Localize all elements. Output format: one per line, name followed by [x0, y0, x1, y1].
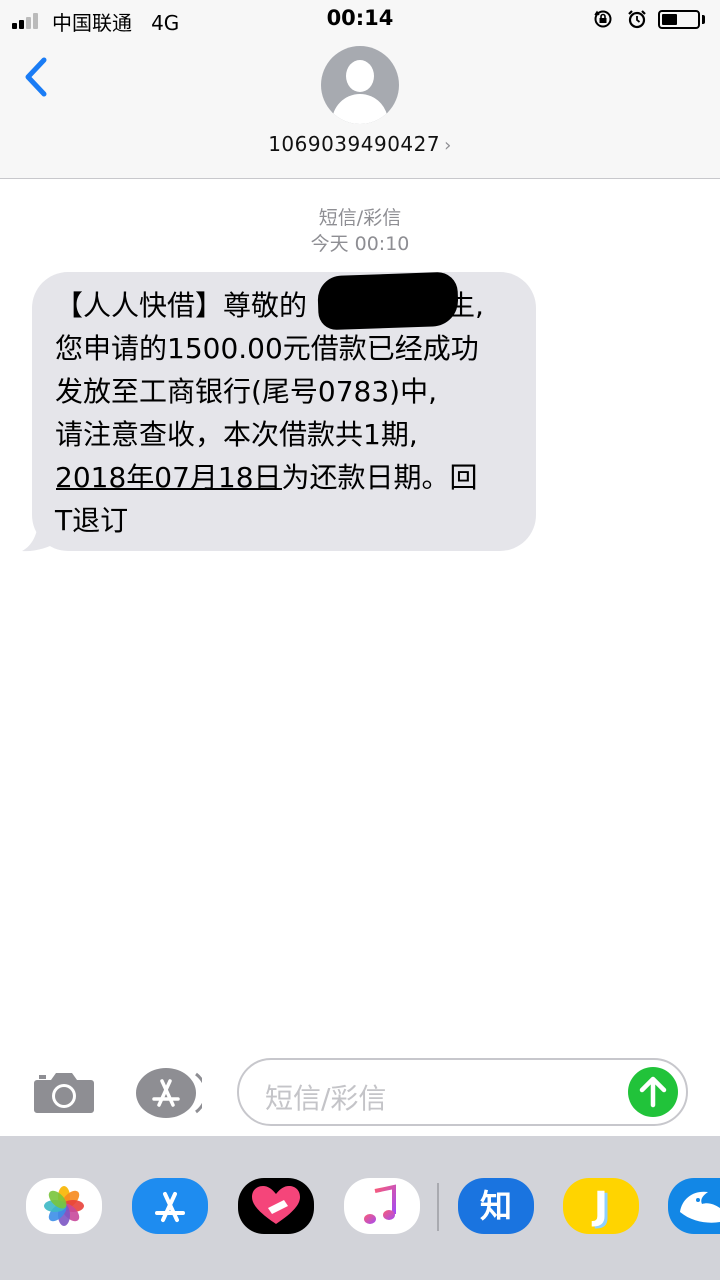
input-placeholder: 短信/彩信: [265, 1082, 387, 1115]
contact-name-button[interactable]: 1069039490427 ›: [0, 132, 720, 156]
avatar-body: [332, 94, 388, 124]
contact-number: 1069039490427: [268, 132, 441, 156]
bird-app-button[interactable]: [668, 1178, 720, 1234]
status-bar: 中国联通 4G 00:14: [0, 0, 720, 40]
alarm-icon: [627, 9, 647, 29]
drawer-divider: [437, 1183, 439, 1231]
music-app-button[interactable]: [344, 1178, 420, 1234]
heart-app-icon: [252, 1186, 300, 1224]
chevron-left-icon: [25, 57, 47, 97]
zhihu-icon: 知: [479, 1187, 512, 1225]
avatar-head: [346, 60, 374, 92]
j-app-icon: J: [593, 1184, 609, 1228]
app-store-icon: [136, 1068, 208, 1118]
j-app-button[interactable]: J: [563, 1178, 639, 1234]
conversation-header: 1069039490427 ›: [0, 40, 720, 179]
photos-icon: [44, 1186, 84, 1226]
message-timestamp: 今天 00:10: [310, 233, 410, 255]
music-icon: [364, 1184, 396, 1224]
camera-button[interactable]: [33, 1070, 95, 1114]
battery-cap: [702, 15, 705, 24]
message-input[interactable]: 短信/彩信: [237, 1058, 688, 1126]
camera-icon: [34, 1073, 94, 1113]
contact-avatar[interactable]: [321, 46, 399, 124]
heart-app-button[interactable]: [238, 1178, 314, 1234]
photos-app-button[interactable]: [26, 1178, 102, 1234]
send-arrow-icon: [639, 1076, 667, 1108]
incoming-message-bubble[interactable]: 【人人快借】尊敬的 先生, 您申请的1500.00元借款已经成功 发放至工商银行…: [32, 272, 536, 551]
battery-level: [662, 14, 677, 25]
back-button[interactable]: [18, 54, 58, 100]
message-type-label: 短信/彩信: [318, 207, 402, 229]
battery-icon: [658, 10, 700, 29]
app-store-icon: [155, 1192, 185, 1222]
date-link-underline: [56, 488, 282, 490]
chevron-right-icon: ›: [444, 135, 452, 156]
bird-app-icon: [680, 1191, 720, 1223]
orientation-lock-icon: [593, 9, 613, 29]
redaction-mark: [317, 271, 459, 331]
zhihu-app-button[interactable]: 知: [458, 1178, 534, 1234]
send-button[interactable]: [628, 1067, 678, 1117]
apps-button[interactable]: [136, 1068, 208, 1118]
app-store-app-button[interactable]: [132, 1178, 208, 1234]
